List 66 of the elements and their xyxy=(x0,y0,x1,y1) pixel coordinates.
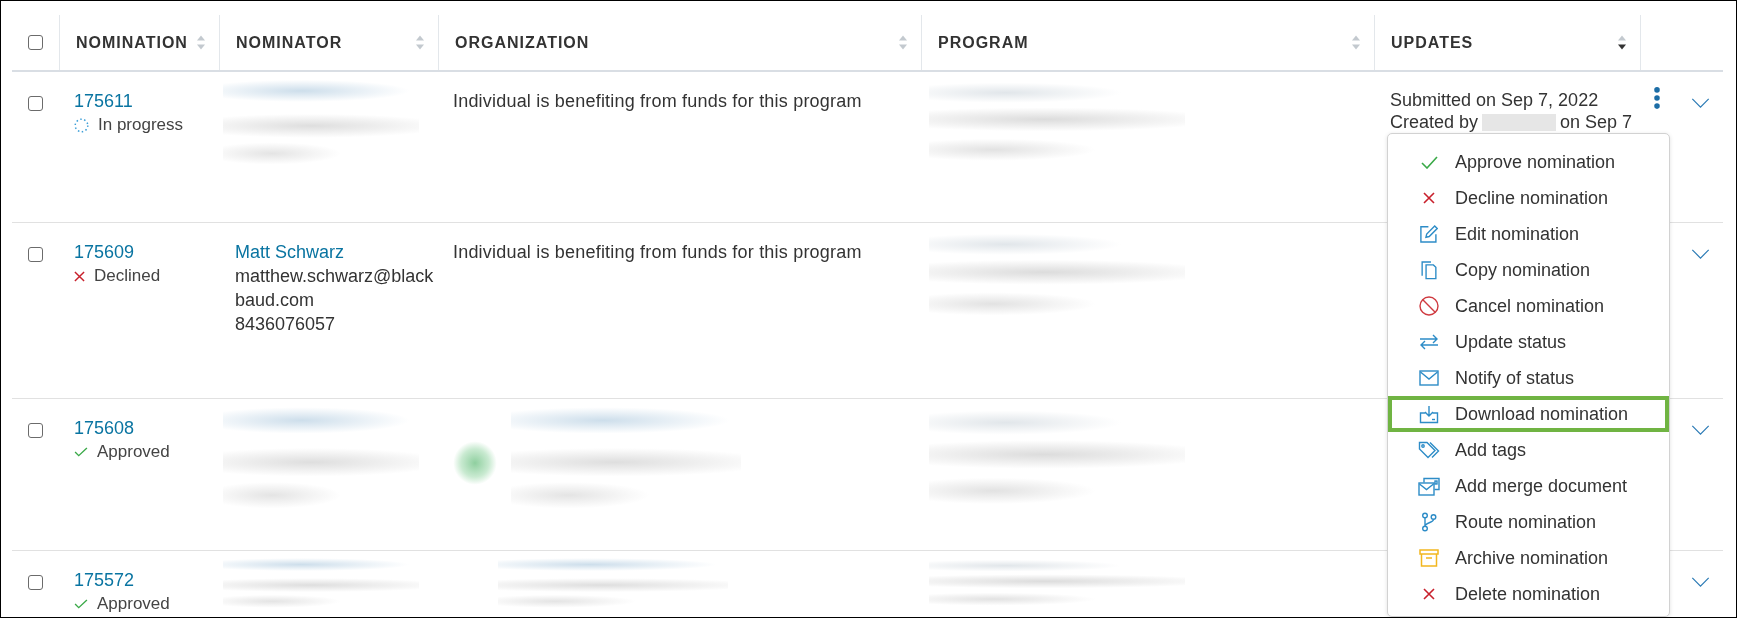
created-date-text: on Sep 7 xyxy=(1560,112,1633,133)
check-icon xyxy=(74,599,88,609)
x-icon xyxy=(74,270,85,282)
menu-item[interactable]: Cancel nomination xyxy=(1388,288,1669,324)
prohibition-icon xyxy=(1419,296,1439,316)
menu-item[interactable]: Download nomination xyxy=(1388,396,1669,432)
column-header[interactable]: UPDATES xyxy=(1391,30,1627,55)
status-label: Declined xyxy=(94,265,161,287)
row-checkbox[interactable] xyxy=(28,423,43,438)
vertical-dots-icon xyxy=(1654,87,1660,109)
chevron-down-icon xyxy=(1691,577,1710,587)
row-checkbox[interactable] xyxy=(28,96,43,111)
email-text: matthew.schwarz@blackbaud.com xyxy=(235,265,435,312)
download-tray-icon xyxy=(1419,404,1439,424)
column-header[interactable]: PROGRAM xyxy=(938,30,1361,55)
check-icon xyxy=(1420,155,1438,169)
tag-icon xyxy=(1418,440,1440,460)
organization-text: Individual is benefiting from funds for this program xyxy=(453,241,863,264)
menu-item[interactable]: Update status xyxy=(1388,324,1669,360)
column-header[interactable]: NOMINATION xyxy=(76,30,206,55)
chevron-down-icon xyxy=(1691,249,1710,259)
select-all-checkbox[interactable] xyxy=(28,35,43,50)
x-icon xyxy=(1423,588,1435,600)
status-label: Approved xyxy=(97,593,170,615)
menu-item[interactable]: Copy nomination xyxy=(1388,252,1669,288)
more-actions-button[interactable] xyxy=(1654,87,1660,109)
box-icon xyxy=(1419,549,1439,567)
menu-item[interactable]: Add tags xyxy=(1388,432,1669,468)
row-checkbox[interactable] xyxy=(28,247,43,262)
pencil-square-icon xyxy=(1420,225,1438,243)
expand-row-button[interactable] xyxy=(1691,98,1710,108)
menu-item[interactable]: Delete nomination xyxy=(1388,576,1669,612)
nominator-name-link[interactable]: Matt Schwarz xyxy=(235,240,345,264)
menu-item[interactable]: Route nomination xyxy=(1388,504,1669,540)
check-icon xyxy=(74,447,88,457)
envelope-icon xyxy=(1419,370,1439,386)
menu-item[interactable]: Archive nomination xyxy=(1388,540,1669,576)
menu-item[interactable]: Approve nomination xyxy=(1388,144,1669,180)
row-checkbox[interactable] xyxy=(28,575,43,590)
nomination-link[interactable]: 175609 xyxy=(74,240,135,264)
chevron-down-icon xyxy=(1691,98,1710,108)
phone-text: 8436076057 xyxy=(235,313,336,336)
created-by-label: Created by xyxy=(1390,112,1479,133)
menu-item[interactable]: Notify of status xyxy=(1388,360,1669,396)
envelope-card-icon xyxy=(1418,476,1440,496)
column-header[interactable]: ORGANIZATION xyxy=(455,30,908,55)
swap-arrows-icon xyxy=(1419,334,1439,350)
organization-text: Individual is benefiting from funds for this program xyxy=(453,90,863,113)
expand-row-button[interactable] xyxy=(1691,425,1710,435)
branch-icon xyxy=(1421,512,1437,532)
expand-row-button[interactable] xyxy=(1691,577,1710,587)
nomination-link[interactable]: 175608 xyxy=(74,416,135,440)
documents-icon xyxy=(1421,260,1437,280)
loading-spinner-icon xyxy=(74,117,89,133)
status-label: In progress xyxy=(98,114,184,136)
expand-row-button[interactable] xyxy=(1691,249,1710,259)
x-icon xyxy=(1423,192,1435,204)
menu-item[interactable]: Edit nomination xyxy=(1388,216,1669,252)
submitted-date-text: Submitted on Sep 7, 2022 xyxy=(1390,89,1600,112)
column-header[interactable]: NOMINATOR xyxy=(236,30,425,55)
nomination-link[interactable]: 175611 xyxy=(74,89,133,113)
menu-item[interactable]: Decline nomination xyxy=(1388,180,1669,216)
status-label: Approved xyxy=(97,441,170,463)
menu-item[interactable]: Add merge document xyxy=(1388,468,1669,504)
nomination-link[interactable]: 175572 xyxy=(74,568,135,592)
chevron-down-icon xyxy=(1691,425,1710,435)
